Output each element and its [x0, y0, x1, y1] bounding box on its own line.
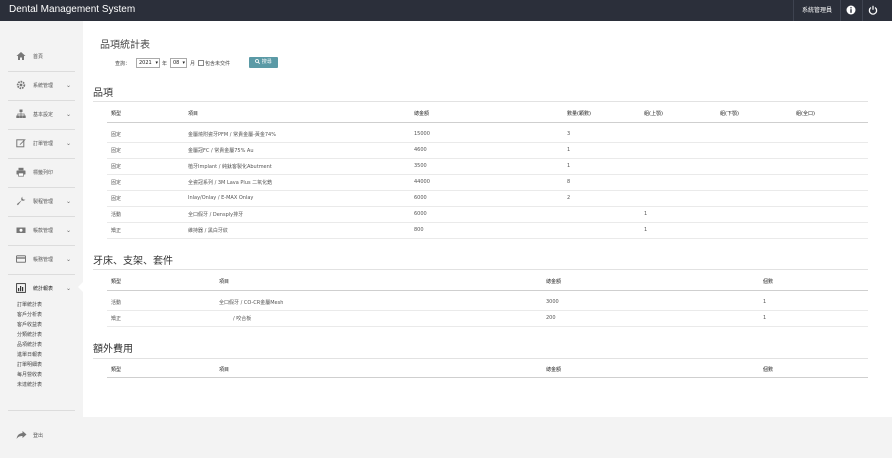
logout-label: 登出: [33, 433, 44, 439]
col-header: 項目: [219, 279, 230, 285]
col-header: 個數: [763, 279, 774, 285]
chevron-down-icon: ▾: [155, 60, 158, 66]
home-icon: [16, 52, 26, 60]
submenu-item[interactable]: 分類統計表: [17, 331, 42, 338]
col-header: 數量(顆數): [567, 111, 591, 117]
checkbox-label: 包含未交件: [205, 61, 231, 67]
main-content: 品項統計表 查詢： 2021 ▾ 年 08 ▾ 月 包含未交件 搜尋 品項 類型 項…: [83, 21, 892, 417]
sidebar-item-label: 統計報表: [33, 286, 54, 292]
year-unit: 年: [162, 61, 168, 67]
submenu-item[interactable]: 未達統計表: [17, 381, 42, 388]
power-button[interactable]: [862, 0, 882, 21]
chevron-down-icon: ⌄: [66, 140, 72, 147]
sidebar-item-logout[interactable]: 登出: [0, 424, 83, 448]
sidebar-item-basic-settings[interactable]: 基本設定 ⌄: [0, 103, 83, 127]
sidebar-item-label: 首頁: [33, 54, 44, 60]
chevron-down-icon: ⌄: [66, 82, 72, 89]
money-icon: [16, 227, 26, 233]
submenu-item[interactable]: 訂單統計表: [17, 301, 42, 308]
col-header: 項目: [188, 111, 199, 117]
chevron-down-icon: ⌄: [66, 285, 72, 292]
query-label: 查詢：: [115, 61, 131, 67]
col-header: 類型: [111, 111, 122, 117]
wrench-icon: [16, 196, 26, 206]
sidebar-item-label: 標籤列印: [33, 170, 54, 176]
admin-label[interactable]: 系統管理員: [792, 0, 840, 21]
page-title: 品項統計表: [100, 40, 150, 51]
section-title-frames: 牙床、支架、套件: [93, 256, 173, 267]
share-arrow-icon: [16, 431, 27, 439]
sidebar-item-process[interactable]: 製程管理 ⌄: [0, 190, 83, 214]
col-header: 總金額: [546, 279, 562, 285]
app-title: Dental Management System: [9, 4, 136, 15]
search-button[interactable]: 搜尋: [249, 57, 278, 68]
submenu-item[interactable]: 每月營收表: [17, 371, 42, 378]
chevron-down-icon: ▾: [182, 60, 185, 66]
printer-icon: [16, 167, 26, 177]
sidebar-item-receivables[interactable]: 帳款管理 ⌄: [0, 219, 83, 243]
sidebar-item-label: 帳務管理: [33, 257, 54, 263]
month-unit: 月: [190, 61, 196, 67]
include-undelivered-checkbox[interactable]: [198, 60, 204, 66]
sidebar-item-label-print[interactable]: 標籤列印: [0, 161, 83, 185]
sitemap-icon: [16, 109, 26, 118]
edit-icon: [16, 139, 26, 148]
chevron-down-icon: ⌄: [66, 256, 72, 263]
section-title-extra: 額外費用: [93, 344, 133, 355]
col-header: 個數: [763, 367, 774, 373]
gear-icon: [16, 80, 26, 90]
sidebar-item-label: 系統管理: [33, 83, 54, 89]
chart-icon: [16, 283, 26, 293]
col-header: 組(下顎): [720, 111, 739, 117]
sidebar-item-label: 基本設定: [33, 112, 54, 118]
sidebar-item-label: 帳款管理: [33, 228, 54, 234]
col-header: 類型: [111, 279, 122, 285]
year-select[interactable]: 2021 ▾: [136, 58, 160, 68]
chevron-down-icon: ⌄: [66, 198, 72, 205]
chevron-down-icon: ⌄: [66, 111, 72, 118]
info-button[interactable]: [840, 0, 860, 21]
footer-area: [83, 417, 892, 458]
sidebar-item-orders[interactable]: 訂單管理 ⌄: [0, 132, 83, 156]
sidebar-item-home[interactable]: 首頁: [0, 45, 83, 69]
col-header: 組(上顎): [644, 111, 663, 117]
search-icon: [255, 58, 261, 64]
col-header: 類型: [111, 367, 122, 373]
month-select[interactable]: 08 ▾: [170, 58, 187, 68]
sidebar-item-system[interactable]: 系統管理 ⌄: [0, 74, 83, 98]
sidebar: 首頁 系統管理 ⌄ 基本設定 ⌄ 訂單管理 ⌄ 標籤列印 製程管理 ⌄ 帳款管理…: [0, 21, 83, 458]
sidebar-item-reports[interactable]: 統計報表 ⌄: [0, 277, 83, 301]
submenu-item[interactable]: 客戶分析表: [17, 311, 42, 318]
submenu-item[interactable]: 客戶收益表: [17, 321, 42, 328]
submenu-item[interactable]: 品項統計表: [17, 341, 42, 348]
submenu-item[interactable]: 訂單明細表: [17, 361, 42, 368]
sidebar-item-label: 製程管理: [33, 199, 54, 205]
top-bar: Dental Management System 系統管理員: [0, 0, 892, 21]
submenu-item[interactable]: 進單日報表: [17, 351, 42, 358]
power-icon: [868, 5, 878, 15]
section-title-items: 品項: [93, 88, 113, 99]
col-header: 項目: [219, 367, 230, 373]
col-header: 總金額: [546, 367, 562, 373]
card-icon: [16, 255, 26, 263]
sidebar-item-accounts[interactable]: 帳務管理 ⌄: [0, 248, 83, 272]
col-header: 總金額: [414, 111, 430, 117]
sidebar-item-label: 訂單管理: [33, 141, 54, 147]
chevron-down-icon: ⌄: [66, 227, 72, 234]
info-icon: [846, 5, 856, 15]
col-header: 組(全口): [796, 111, 815, 117]
